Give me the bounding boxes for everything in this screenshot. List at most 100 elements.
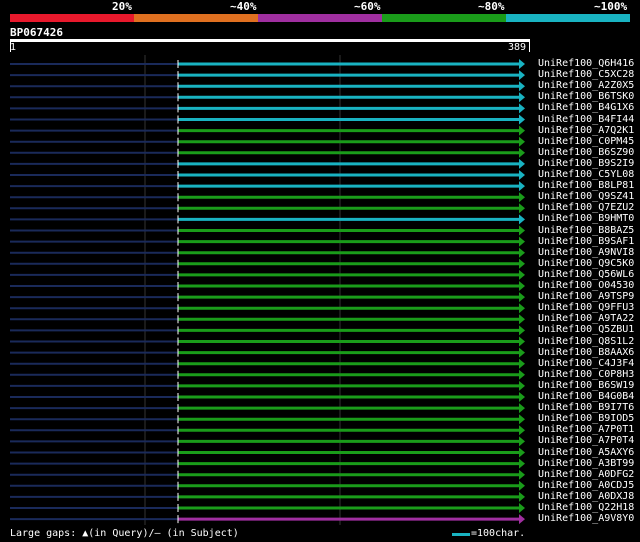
hit-arrow-icon — [519, 269, 525, 280]
legend-label-80: ~80% — [478, 0, 505, 13]
hit-arrow-icon — [519, 70, 525, 81]
hit-arrow-icon — [519, 447, 525, 458]
hit-arrow-icon — [519, 214, 525, 225]
hit-label[interactable]: UniRef100_A9NVI8 — [538, 247, 634, 258]
hit-arrow-icon — [519, 59, 525, 69]
hit-label[interactable]: UniRef100_A7Q2K1 — [538, 125, 634, 136]
hit-label[interactable]: UniRef100_A0DXJ8 — [538, 491, 634, 502]
hit-arrow-icon — [519, 469, 525, 480]
legend-label-20: 20% — [112, 0, 132, 13]
hit-label[interactable]: UniRef100_O04530 — [538, 281, 634, 291]
hit-label[interactable]: UniRef100_Q7EZU2 — [538, 203, 634, 213]
hit-label[interactable]: UniRef100_Q9FFU3 — [538, 303, 634, 313]
hit-label[interactable]: UniRef100_Q56WL6 — [538, 269, 634, 280]
hit-arrow-icon — [519, 503, 525, 513]
query-end-tick — [529, 42, 530, 52]
hit-label[interactable]: UniRef100_Q8S1L2 — [538, 336, 634, 347]
query-end-label: 389 — [508, 42, 527, 53]
hit-label[interactable]: UniRef100_A0CDJ5 — [538, 480, 634, 491]
hit-label[interactable]: UniRef100_B6TSK0 — [538, 92, 634, 102]
legend-swatch-80 — [382, 14, 506, 22]
hit-arrow-icon — [519, 514, 525, 525]
hit-label[interactable]: UniRef100_B8LP81 — [538, 181, 634, 191]
hit-label[interactable]: UniRef100_A2Z0X5 — [538, 81, 634, 91]
hit-label[interactable]: UniRef100_B9I7T6 — [538, 403, 634, 413]
hit-arrow-icon — [519, 480, 525, 491]
hit-label[interactable]: UniRef100_B9S2I9 — [538, 158, 634, 169]
hit-label[interactable]: UniRef100_Q9SZ41 — [538, 192, 634, 202]
hit-label[interactable]: UniRef100_A9V8Y0 — [538, 514, 634, 524]
hit-arrow-icon — [519, 281, 525, 291]
hit-arrow-icon — [519, 347, 525, 358]
hit-arrow-icon — [519, 125, 525, 136]
hit-label[interactable]: UniRef100_C0PM45 — [538, 136, 634, 147]
hit-label[interactable]: UniRef100_C0P8H3 — [538, 369, 634, 380]
hit-label[interactable]: UniRef100_Q5ZBU1 — [538, 325, 634, 335]
hit-label[interactable]: UniRef100_A9TA22 — [538, 314, 634, 324]
hit-arrow-icon — [519, 380, 525, 391]
hit-label[interactable]: UniRef100_C4J3F4 — [538, 358, 634, 369]
hit-label[interactable]: UniRef100_B9IOD5 — [538, 414, 634, 424]
hit-label[interactable]: UniRef100_B4G0B4 — [538, 392, 634, 402]
hit-label[interactable]: UniRef100_A3BT99 — [538, 458, 634, 469]
hit-label[interactable]: UniRef100_B9SAF1 — [538, 236, 634, 247]
legend-label-100: ~100% — [594, 0, 628, 13]
hit-arrow-icon — [519, 325, 525, 336]
hit-label[interactable]: UniRef100_C5YL08 — [538, 170, 634, 180]
hit-label[interactable]: UniRef100_Q22H18 — [538, 503, 634, 513]
hit-arrow-icon — [519, 192, 525, 203]
hit-arrow-icon — [519, 236, 525, 247]
scale-label: =100char. — [471, 528, 526, 539]
hit-arrow-icon — [519, 92, 525, 103]
hit-arrow-icon — [519, 314, 525, 325]
hit-label[interactable]: UniRef100_B4G1X6 — [538, 103, 634, 113]
legend-label-40: ~40% — [230, 0, 257, 13]
hit-arrow-icon — [519, 81, 525, 92]
hit-label[interactable]: UniRef100_A7P0T1 — [538, 425, 634, 435]
hit-arrow-icon — [519, 225, 525, 236]
legend-swatch-60 — [258, 14, 382, 22]
hit-label[interactable]: UniRef100_B6SW19 — [538, 380, 634, 391]
hit-label[interactable]: UniRef100_A9TSP9 — [538, 292, 634, 302]
legend-swatch-100 — [506, 14, 630, 22]
hit-arrow-icon — [519, 392, 525, 402]
hit-arrow-icon — [519, 414, 525, 425]
hit-label[interactable]: UniRef100_C5XC28 — [538, 70, 634, 80]
hit-arrow-icon — [519, 336, 525, 347]
hit-arrow-icon — [519, 158, 525, 169]
identity-color-legend — [10, 14, 630, 22]
hit-arrow-icon — [519, 170, 525, 180]
hit-label[interactable]: UniRef100_Q6H416 — [538, 59, 634, 69]
hit-arrow-icon — [519, 203, 525, 214]
hit-arrow-icon — [519, 369, 525, 380]
hit-label[interactable]: UniRef100_B4FI44 — [538, 114, 634, 125]
identity-legend-labels: 20% ~40% ~60% ~80% ~100% — [0, 0, 640, 14]
hit-label[interactable]: UniRef100_B9HMT0 — [538, 214, 634, 224]
hit-arrow-icon — [519, 103, 525, 114]
hit-label[interactable]: UniRef100_A0DFG2 — [538, 469, 634, 480]
query-start-label: 1 — [10, 42, 17, 53]
legend-swatch-20 — [10, 14, 134, 22]
hit-arrow-icon — [519, 292, 525, 303]
hit-arrow-icon — [519, 436, 525, 447]
hit-arrow-icon — [519, 114, 525, 125]
hit-arrow-icon — [519, 136, 525, 147]
hit-label[interactable]: UniRef100_A7P0T4 — [538, 436, 634, 446]
hit-label[interactable]: UniRef100_B6SZ90 — [538, 147, 634, 158]
hit-label[interactable]: UniRef100_A5AXY6 — [538, 447, 634, 458]
hit-label[interactable]: UniRef100_B8AAX6 — [538, 347, 634, 358]
large-gaps-legend: Large gaps: ▲(in Query)/— (in Subject) — [10, 528, 239, 539]
hit-arrow-icon — [519, 181, 525, 192]
hit-arrow-icon — [519, 303, 525, 314]
query-id: BP067426 — [10, 26, 63, 39]
legend-swatch-40 — [134, 14, 258, 22]
hit-arrow-icon — [519, 358, 525, 369]
query-sequence-bar — [10, 39, 530, 42]
hit-arrow-icon — [519, 247, 525, 258]
hit-arrow-icon — [519, 458, 525, 469]
hit-arrow-icon — [519, 425, 525, 436]
hit-label[interactable]: UniRef100_Q9C5K0 — [538, 258, 634, 269]
scale-bar — [452, 533, 470, 536]
legend-label-60: ~60% — [354, 0, 381, 13]
hit-label[interactable]: UniRef100_B8BAZ5 — [538, 225, 634, 236]
